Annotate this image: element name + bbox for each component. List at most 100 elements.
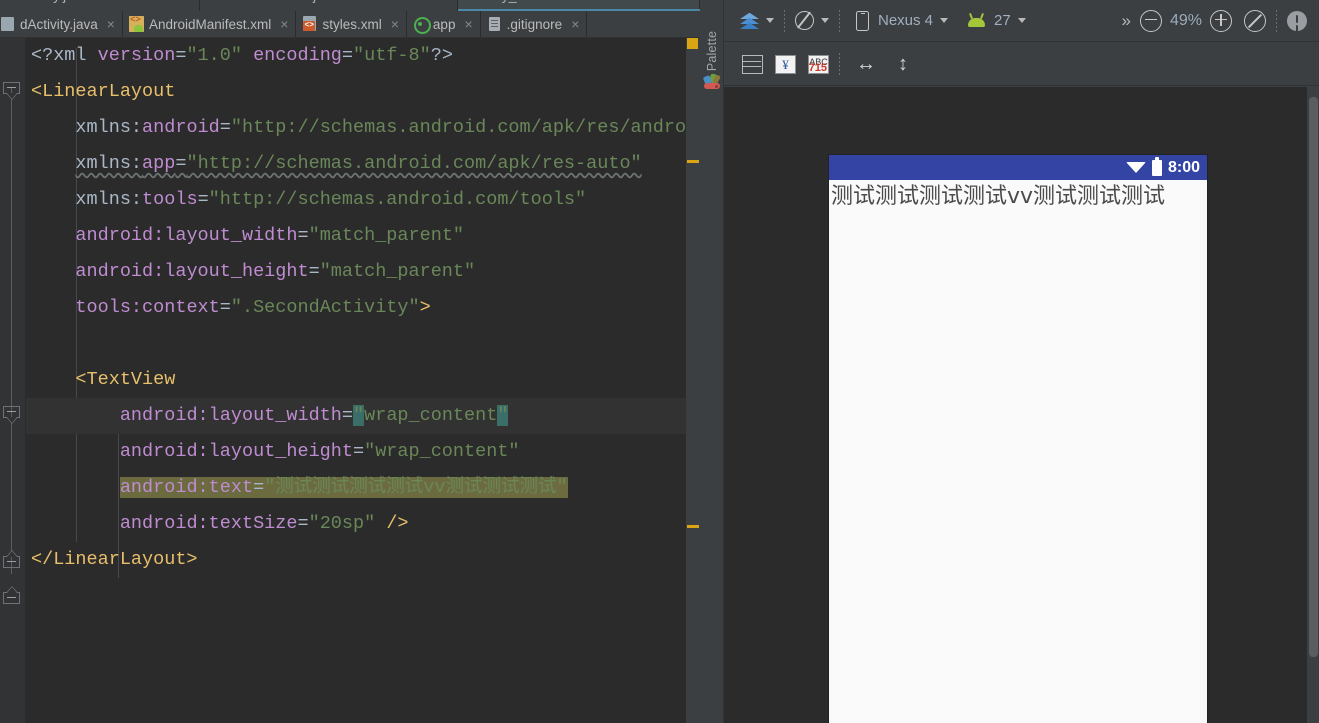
- chevron-down-icon: [940, 18, 949, 23]
- chevron-down-icon: [766, 18, 774, 23]
- editor-tabstrip[interactable]: dActivity.java × AndroidManifest.xml × s…: [0, 11, 700, 38]
- code-line[interactable]: tools:context=".SecondActivity">: [26, 290, 686, 326]
- scrollbar-thumb[interactable]: [1309, 97, 1318, 657]
- warning-marker[interactable]: [687, 525, 699, 528]
- code-line[interactable]: android:layout_height="match_parent": [26, 254, 686, 290]
- device-name-label: Nexus 4: [878, 12, 934, 29]
- warning-marker[interactable]: [687, 160, 699, 163]
- toolbar-overflow-button[interactable]: »: [1116, 6, 1134, 36]
- code-token: "1.0": [186, 45, 242, 66]
- code-line[interactable]: android:text="测试测试测试测试vv测试测试测试": [26, 470, 686, 506]
- close-icon[interactable]: ×: [107, 17, 115, 31]
- code-line[interactable]: android:layout_width="wrap_content": [26, 398, 686, 434]
- editor-tabstrip-upper[interactable]: dActivity.java AndroidManifest.java acti…: [0, 0, 700, 11]
- design-surface[interactable]: 8:00 测试测试测试测试vv测试测试测试: [724, 87, 1307, 723]
- editor-tab-styles-xml[interactable]: styles.xml ×: [296, 11, 407, 37]
- code-token: app: [142, 153, 176, 174]
- device-preview[interactable]: 8:00 测试测试测试测试vv测试测试测试: [829, 155, 1207, 723]
- palette-rail[interactable]: Palette: [700, 0, 724, 723]
- code-editor[interactable]: <?xml version="1.0" encoding="utf-8"?> <L…: [26, 38, 686, 723]
- battery-icon: [1151, 156, 1162, 176]
- zoom-out-button[interactable]: [1134, 6, 1168, 36]
- toolbar-separator: [784, 9, 785, 32]
- zoom-fit-button[interactable]: [1238, 6, 1272, 36]
- show-layout-decorations-button[interactable]: [736, 49, 769, 79]
- chevron-down-icon: [1017, 18, 1026, 23]
- code-fold-icon[interactable]: [3, 550, 20, 573]
- zoom-level-label: 49%: [1169, 11, 1202, 29]
- code-text: <?xml version="1.0" encoding="utf-8"?>: [31, 45, 453, 66]
- device-select[interactable]: Nexus 4: [850, 6, 954, 36]
- code-token: wrap_content: [364, 405, 498, 426]
- editor-gutter[interactable]: [0, 38, 45, 723]
- editor-tab-gitignore[interactable]: .gitignore ×: [481, 11, 588, 37]
- orientation-select[interactable]: [789, 6, 835, 36]
- close-icon[interactable]: ×: [464, 17, 472, 31]
- theme-select-button[interactable]: ABC\u2715: [802, 49, 835, 79]
- code-line[interactable]: android:textSize="20sp" />: [26, 506, 686, 542]
- locale-select-button[interactable]: ¥: [769, 49, 802, 79]
- code-token: =: [175, 153, 187, 174]
- code-token: encoding: [253, 45, 342, 66]
- horizontal-resize-button[interactable]: ↔: [850, 49, 882, 79]
- code-token: "20sp": [308, 513, 376, 534]
- code-line[interactable]: xmlns:android="http://schemas.android.co…: [26, 110, 686, 146]
- device-status-bar: 8:00: [829, 155, 1207, 180]
- code-line[interactable]: xmlns:tools="http://schemas.android.com/…: [26, 182, 686, 218]
- inspection-status-marker[interactable]: [687, 38, 698, 49]
- editor-tab-androidmanifest-xml[interactable]: AndroidManifest.xml ×: [123, 11, 297, 37]
- code-fold-icon[interactable]: [3, 406, 20, 424]
- zoom-in-button[interactable]: [1204, 6, 1238, 36]
- api-level-select[interactable]: 27: [962, 6, 1032, 36]
- code-line[interactable]: [26, 326, 686, 362]
- code-token: =: [253, 477, 265, 498]
- code-line[interactable]: <TextView: [26, 362, 686, 398]
- code-text: android:layout_width="match_parent": [75, 225, 464, 246]
- upper-tab-1[interactable]: AndroidManifest.java: [200, 0, 458, 11]
- design-toolbar-secondary[interactable]: ¥ ABC\u2715 ↔ ↕: [724, 43, 1319, 86]
- code-fold-icon[interactable]: [3, 82, 20, 100]
- code-token: "match_parent": [308, 225, 465, 246]
- code-token: xmlns:: [75, 153, 143, 174]
- code-token: "http://schemas.android.com/apk/res/andr…: [230, 117, 686, 138]
- code-line[interactable]: xmlns:app="http://schemas.android.com/ap…: [26, 146, 686, 182]
- code-token: tools: [142, 189, 198, 210]
- upper-tab-0[interactable]: dActivity.java: [0, 0, 200, 11]
- code-text: </LinearLayout>: [31, 549, 198, 570]
- vertical-resize-button[interactable]: ↕: [892, 49, 914, 79]
- issues-button[interactable]: [1281, 6, 1313, 36]
- code-line[interactable]: android:layout_width="match_parent": [26, 218, 686, 254]
- upper-tab-label: dActivity.java: [8, 0, 89, 3]
- design-mode-select[interactable]: [734, 6, 780, 36]
- close-icon[interactable]: ×: [571, 17, 579, 31]
- design-toolbar-primary[interactable]: Nexus 4 27 » 49%: [724, 0, 1319, 42]
- code-line[interactable]: </LinearLayout>: [26, 542, 686, 578]
- code-token: =: [352, 441, 365, 462]
- error-stripe[interactable]: [686, 38, 700, 723]
- design-scrollbar[interactable]: [1307, 87, 1319, 723]
- editor-tab-dactivity-java[interactable]: dActivity.java ×: [0, 11, 123, 37]
- code-token: android: [142, 117, 220, 138]
- code-token: ": [497, 405, 509, 426]
- code-line[interactable]: android:layout_height="wrap_content": [26, 434, 686, 470]
- preview-textview[interactable]: 测试测试测试测试vv测试测试测试: [829, 180, 1207, 210]
- editor-tab-app[interactable]: app ×: [407, 11, 481, 37]
- code-line[interactable]: <LinearLayout: [26, 74, 686, 110]
- code-line[interactable]: <?xml version="1.0" encoding="utf-8"?>: [26, 38, 686, 74]
- close-icon[interactable]: ×: [280, 17, 288, 31]
- code-token: text: [208, 477, 254, 498]
- code-fold-icon[interactable]: [3, 586, 20, 609]
- toolbar-separator: [1276, 9, 1277, 32]
- editor-tab-label: AndroidManifest.xml: [148, 16, 272, 32]
- close-icon[interactable]: ×: [391, 17, 399, 31]
- code-token: "http://schemas.android.com/tools": [208, 189, 587, 210]
- locale-icon: ¥: [775, 54, 796, 74]
- design-preview-pane: Palette Nexus 4 27 » 49% ¥ ABC 715 ↔ ↕ 8…: [700, 0, 1319, 723]
- code-text: xmlns:android="http://schemas.android.co…: [75, 117, 686, 138]
